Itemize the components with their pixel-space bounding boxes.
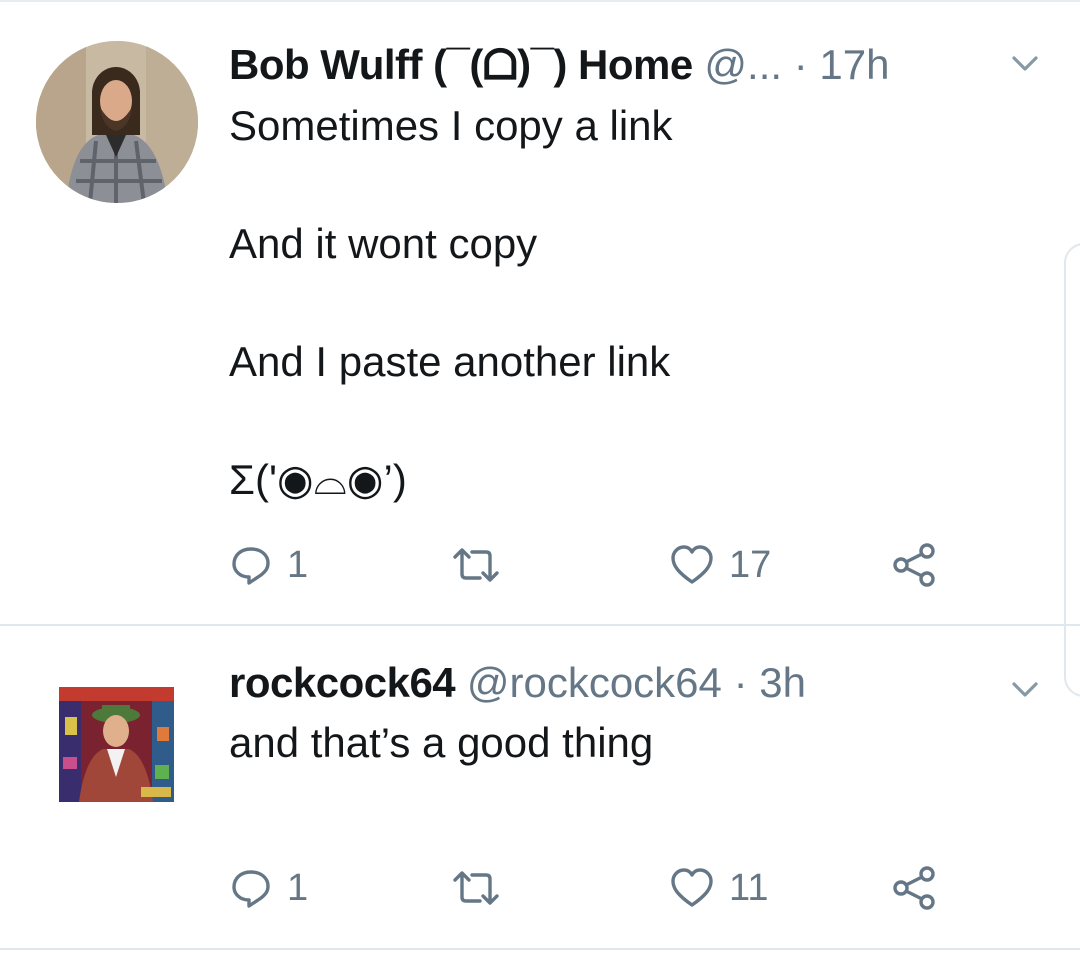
- tweet-header: rockcock64 @rockcock64 · 3h: [229, 658, 806, 708]
- tweet-time[interactable]: 17h: [819, 41, 889, 88]
- share-button[interactable]: [889, 863, 939, 913]
- like-button[interactable]: 11: [669, 863, 768, 913]
- reply-count: 1: [287, 867, 309, 909]
- reply-icon: [229, 866, 273, 910]
- author-handle[interactable]: @rockcock64: [467, 659, 722, 706]
- reply-button[interactable]: 1: [229, 863, 308, 913]
- tweet-time[interactable]: 3h: [759, 659, 806, 706]
- tweet-text: and that’s a good thing: [229, 719, 654, 766]
- avatar[interactable]: [59, 687, 174, 802]
- tweet-actions: 1 17: [229, 540, 969, 590]
- tweet-actions: 1 11: [229, 863, 969, 913]
- reply-icon: [229, 543, 273, 587]
- author-name[interactable]: rockcock64: [229, 659, 456, 706]
- heart-icon: [669, 866, 715, 910]
- share-icon: [889, 543, 939, 587]
- author-name[interactable]: Bob Wulff (¯(ᗝ)¯) Home: [229, 41, 693, 88]
- retweet-icon: [449, 543, 503, 587]
- tweet-text: Sometimes I copy a link And it wont copy…: [229, 102, 673, 503]
- reply-count: 1: [287, 544, 309, 586]
- album-cover-avatar-icon: [59, 687, 174, 802]
- retweet-icon: [449, 866, 503, 910]
- tweet-divider: [0, 624, 1080, 626]
- chevron-down-icon[interactable]: [1008, 46, 1042, 80]
- like-button[interactable]: 17: [669, 540, 771, 590]
- reply-button[interactable]: 1: [229, 540, 308, 590]
- retweet-button[interactable]: [449, 540, 517, 590]
- tweet[interactable]: rockcock64 @rockcock64 · 3h and that’s a…: [0, 628, 1080, 950]
- author-handle[interactable]: @...: [704, 41, 782, 88]
- retweet-button[interactable]: [449, 863, 517, 913]
- share-button[interactable]: [889, 540, 939, 590]
- share-icon: [889, 866, 939, 910]
- avatar[interactable]: [36, 41, 198, 203]
- like-count: 11: [729, 867, 769, 909]
- separator-dot: ·: [793, 41, 808, 88]
- like-count: 17: [729, 544, 772, 586]
- scrollbar[interactable]: [1064, 243, 1080, 697]
- heart-icon: [669, 543, 715, 587]
- separator-dot: ·: [733, 659, 748, 706]
- chevron-down-icon[interactable]: [1008, 672, 1042, 706]
- tweet[interactable]: Bob Wulff (¯(ᗝ)¯) Home @... · 17h Someti…: [0, 0, 1080, 626]
- user-photo-avatar-icon: [36, 41, 198, 203]
- tweet-divider: [0, 948, 1080, 950]
- tweet-header: Bob Wulff (¯(ᗝ)¯) Home @... · 17h: [229, 40, 889, 90]
